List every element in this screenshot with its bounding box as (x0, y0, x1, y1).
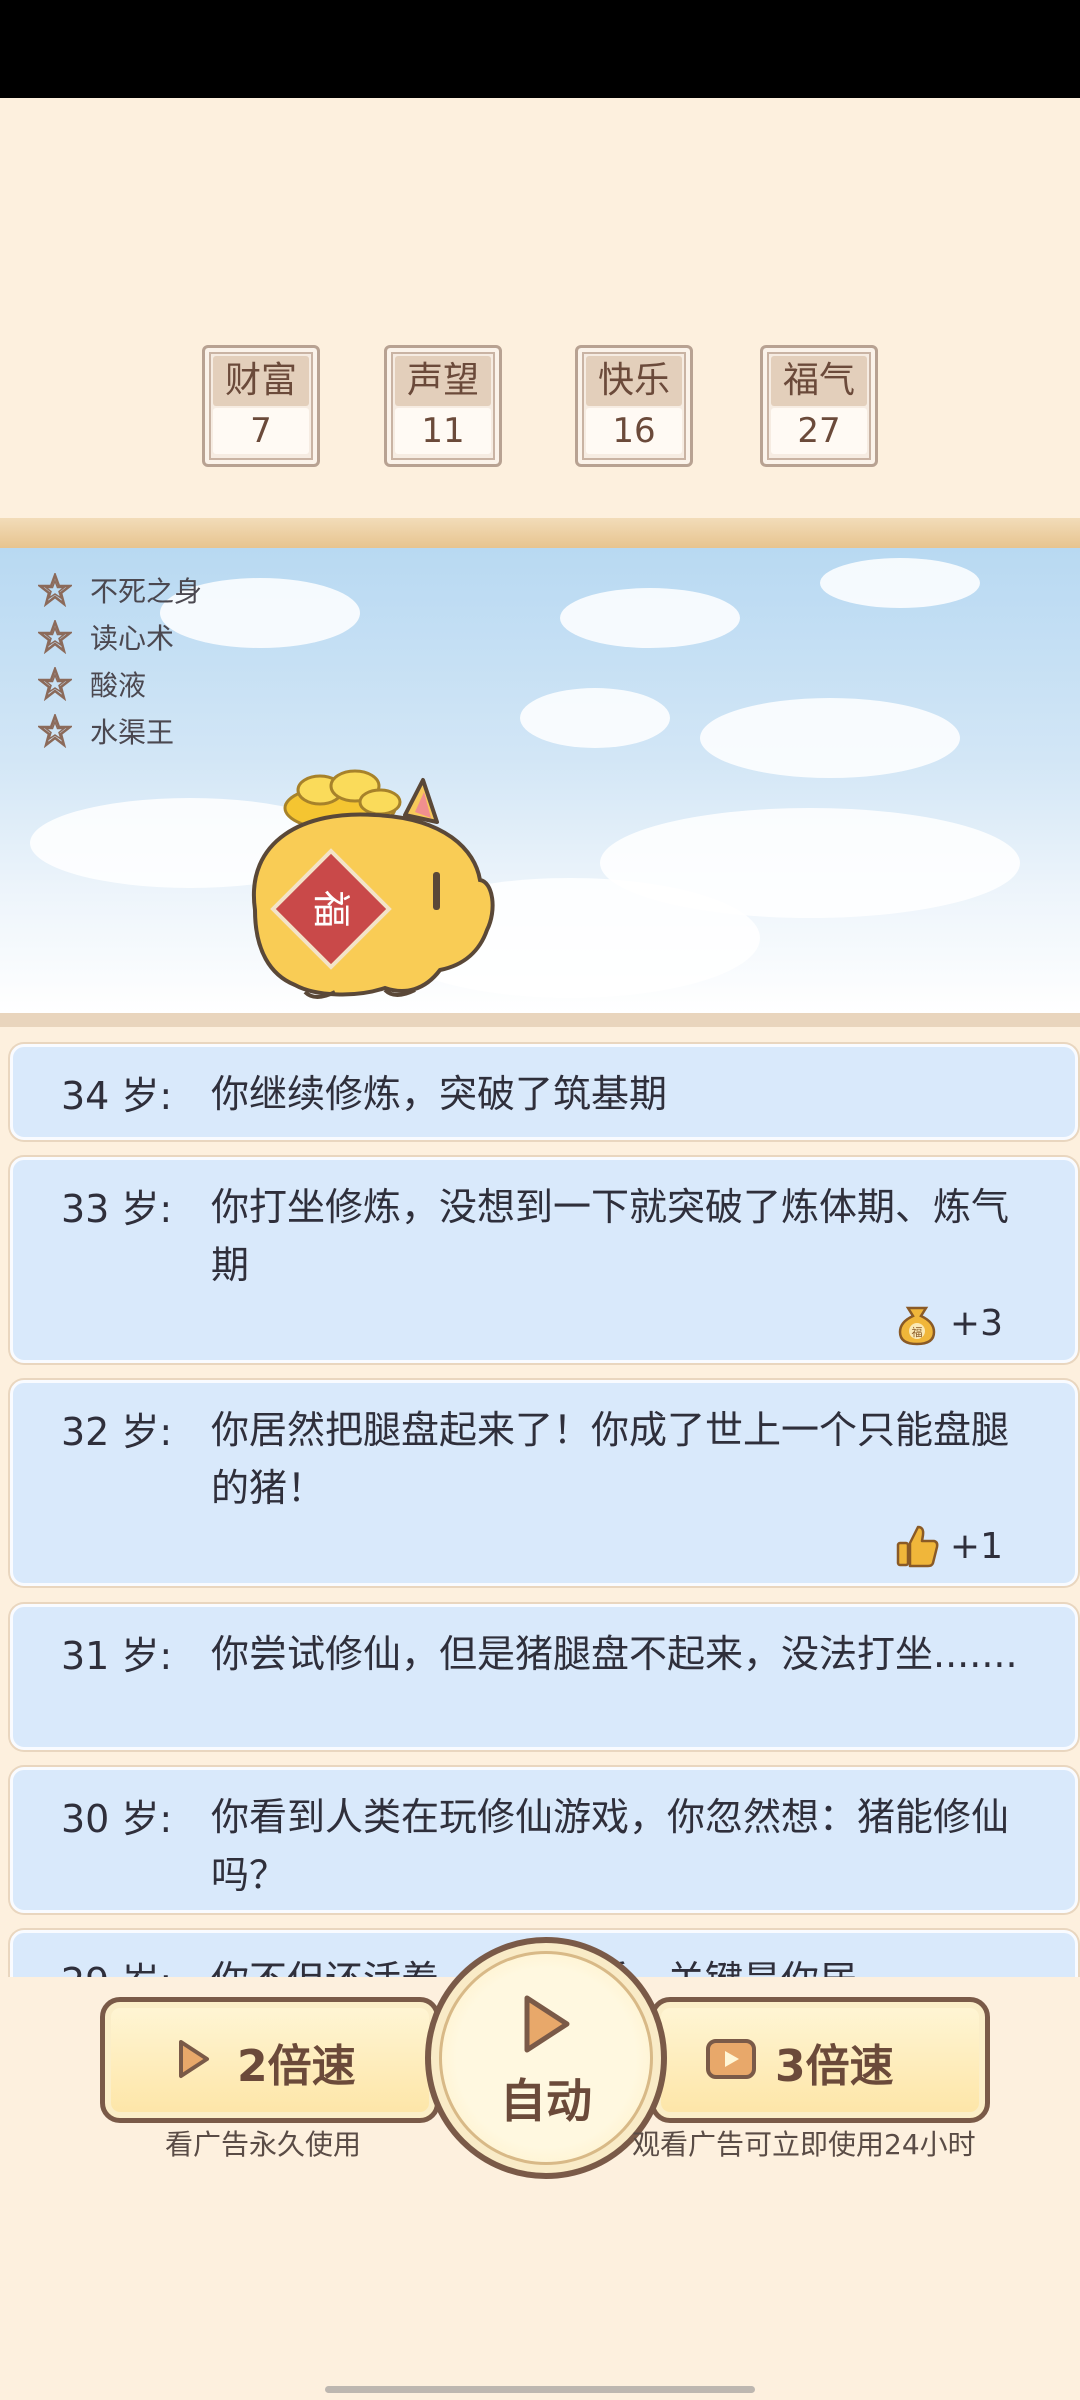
play-icon (179, 2040, 209, 2078)
log-reward: +1 (894, 1523, 1003, 1569)
log-age: 34 岁: (61, 1074, 173, 1118)
svg-text:福: 福 (911, 1325, 922, 1339)
auto-label: 自动 (500, 2074, 592, 2128)
thumbs-up-icon (896, 1525, 939, 1568)
speed-3x-label: 3倍速 (775, 2041, 894, 2092)
reward-value: +3 (949, 1302, 1003, 1344)
trait-label: 不死之身 (90, 574, 203, 608)
stat-value: 27 (771, 408, 867, 454)
stats-panel: 财富 7 声望 11 快乐 16 福气 27 (0, 345, 1080, 470)
speed-2x-label: 2倍速 (237, 2041, 356, 2092)
scene-frame-top (0, 518, 1080, 551)
status-bar (0, 0, 1080, 98)
log-reward: 福 +3 (894, 1300, 1003, 1346)
stat-wealth: 财富 7 (202, 345, 320, 467)
stat-value: 11 (395, 408, 491, 454)
log-entry: 31 岁: 你尝试修仙，但是猪腿盘不起来，没法打坐....... (10, 1604, 1078, 1750)
trait-label: 读心术 (90, 621, 175, 655)
log-entry: 33 岁: 你打坐修炼，没想到一下就突破了炼体期、炼气期 福 +3 (10, 1157, 1078, 1363)
stat-reputation: 声望 11 (384, 345, 502, 467)
sky-scene: 不死之身 读心术 酸液 水渠王 福 (0, 548, 1080, 1013)
trait-item: 读心术 (38, 613, 202, 660)
reward-value: +1 (949, 1525, 1003, 1567)
log-age: 32 岁: (61, 1410, 173, 1454)
log-age: 30 岁: (61, 1797, 173, 1841)
log-age: 31 岁: (61, 1634, 173, 1678)
stat-label: 声望 (395, 356, 491, 406)
star-icon (38, 713, 72, 748)
speed-2x-subtitle: 看广告永久使用 (165, 2128, 362, 2161)
stat-label: 财富 (213, 356, 309, 406)
log-entry: 30 岁: 你看到人类在玩修仙游戏，你忽然想：猪能修仙吗？ (10, 1767, 1078, 1913)
stat-fortune: 福气 27 (760, 345, 878, 467)
log-text: 你打坐修炼，没想到一下就突破了炼体期、炼气期 (211, 1185, 1010, 1287)
play-icon (524, 1995, 570, 2053)
star-icon (38, 572, 72, 607)
speed-3x-button[interactable]: 3倍速 (650, 1997, 990, 2123)
log-text: 你看到人类在玩修仙游戏，你忽然想：猪能修仙吗？ (211, 1795, 1010, 1897)
log-age: 33 岁: (61, 1187, 173, 1231)
log-entry: 34 岁: 你继续修炼，突破了筑基期 (10, 1044, 1078, 1140)
log-text: 你尝试修仙，但是猪腿盘不起来，没法打坐....... (211, 1632, 1018, 1676)
stat-label: 快乐 (586, 356, 682, 406)
stat-value: 16 (586, 408, 682, 454)
log-text: 你居然把腿盘起来了！你成了世上一个只能盘腿的猪！ (211, 1408, 1010, 1510)
trait-list: 不死之身 读心术 酸液 水渠王 (38, 566, 202, 754)
life-log[interactable]: 34 岁: 你继续修炼，突破了筑基期 33 岁: 你打坐修炼，没想到一下就突破了… (0, 1027, 1080, 1977)
speed-3x-subtitle: 观看广告可立即使用24小时 (632, 2128, 976, 2161)
auto-button[interactable]: 自动 (425, 1937, 667, 2179)
speed-2x-button[interactable]: 2倍速 (100, 1997, 440, 2123)
video-ad-icon (706, 2039, 756, 2079)
star-icon (38, 619, 72, 654)
stat-happiness: 快乐 16 (575, 345, 693, 467)
stat-value: 7 (213, 408, 309, 454)
stat-label: 福气 (771, 356, 867, 406)
trait-label: 水渠王 (90, 715, 175, 749)
home-indicator[interactable] (325, 2386, 755, 2393)
star-icon (38, 666, 72, 701)
pig-character: 福 (251, 769, 495, 999)
log-text: 你继续修炼，突破了筑基期 (211, 1072, 668, 1116)
log-age: 29 岁: (61, 1951, 172, 1977)
speed-controls: 2倍速 3倍速 自动 看广告永久使用 观看广告可立即使用24小时 (0, 1937, 1080, 2187)
scene-frame-bottom (0, 1013, 1080, 1027)
pig-badge-text: 福 (309, 890, 353, 928)
trait-item: 酸液 (38, 660, 202, 707)
log-entry: 32 岁: 你居然把腿盘起来了！你成了世上一个只能盘腿的猪！ +1 (10, 1380, 1078, 1586)
trait-item: 水渠王 (38, 707, 202, 754)
trait-item: 不死之身 (38, 566, 202, 613)
trait-label: 酸液 (90, 668, 147, 702)
lucky-bag-icon: 福 (898, 1306, 936, 1346)
